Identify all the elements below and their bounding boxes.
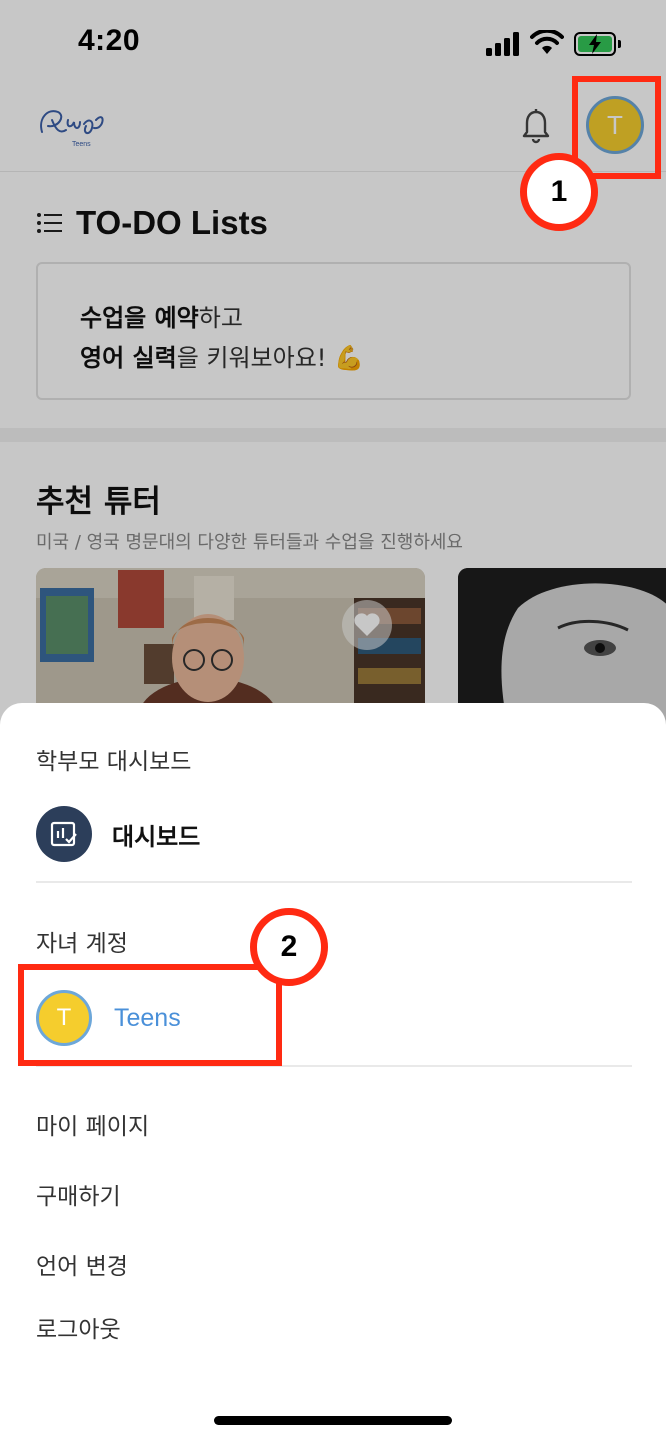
menu-divider xyxy=(36,881,632,883)
dashboard-label: 대시보드 xyxy=(112,822,201,851)
purchase-menu-item[interactable]: 구매하기 xyxy=(36,1177,121,1211)
dashboard-menu-item[interactable]: 대시보드 xyxy=(36,806,200,862)
child-accounts-section-label: 자녀 계정 xyxy=(36,931,128,957)
step-badge-1: 1 xyxy=(520,153,598,231)
change-language-menu-item[interactable]: 언어 변경 xyxy=(36,1247,128,1281)
highlight-box-step2 xyxy=(18,964,282,1066)
modal-dim-overlay[interactable] xyxy=(0,0,666,760)
home-indicator xyxy=(214,1416,452,1425)
step-badge-2: 2 xyxy=(250,908,328,986)
dashboard-chart-icon xyxy=(36,806,92,862)
my-page-menu-item[interactable]: 마이 페이지 xyxy=(36,1107,149,1141)
logout-menu-item[interactable]: 로그아웃 xyxy=(36,1310,121,1344)
parent-dashboard-section-label: 학부모 대시보드 xyxy=(36,749,192,775)
